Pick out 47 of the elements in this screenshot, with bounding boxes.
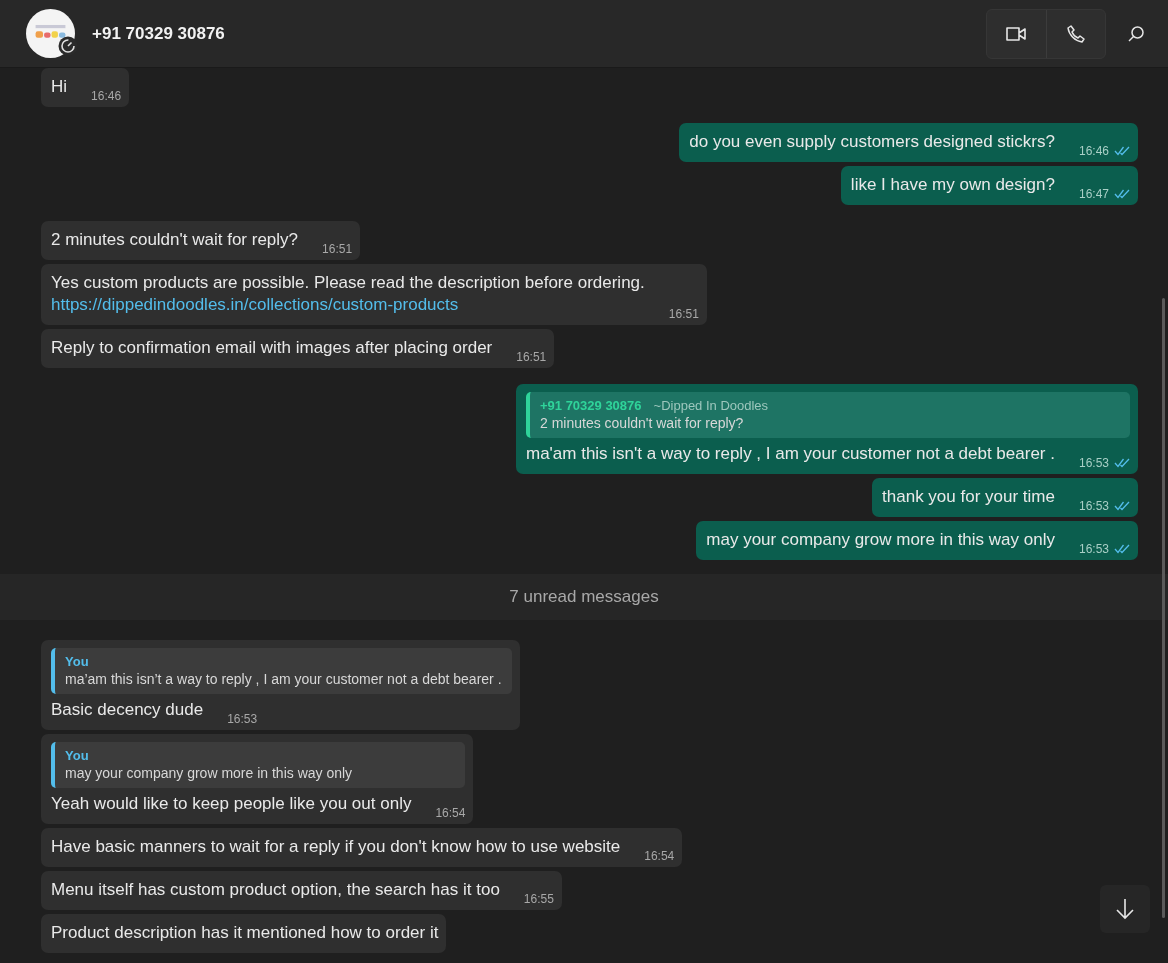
- scroll-down-button[interactable]: [1100, 885, 1150, 933]
- quote-text: may your company grow more in this way only: [65, 765, 354, 781]
- search-icon: [1127, 24, 1145, 43]
- message-text: Have basic manners to wait for a reply if you don't know how to use website: [51, 836, 621, 858]
- arrow-down-icon: [1115, 898, 1135, 920]
- video-camera-icon: [1004, 24, 1029, 43]
- message-time: 16:55: [523, 892, 554, 906]
- scrollbar[interactable]: [1162, 298, 1165, 918]
- message-text: 2 minutes couldn't wait for reply?: [51, 229, 299, 251]
- phone-icon: [1066, 23, 1086, 44]
- message-time: 16:51: [516, 350, 547, 364]
- message-text: like I have my own design?: [850, 174, 1055, 196]
- message-link[interactable]: https://dippedindoodles.in/collections/custom-products: [51, 294, 645, 316]
- message-time: 16:53: [1078, 499, 1109, 513]
- quote-text: ma’am this isn’t a way to reply , I am your customer not a debt bearer .: [65, 671, 502, 687]
- message-text: do you even supply customers designed stickrs?: [689, 131, 1055, 153]
- message-time: 16:51: [668, 307, 699, 321]
- message-time: 16:53: [1078, 456, 1109, 470]
- contact-name[interactable]: +91 70329 30876: [92, 23, 225, 44]
- message-time: 16:54: [644, 849, 675, 863]
- message-time: 16:47: [1078, 187, 1109, 201]
- message-text: Hi: [51, 76, 68, 98]
- message-time: 16:53: [227, 712, 258, 726]
- quoted-message[interactable]: You ma’am this isn’t a way to reply , I am your customer not a debt bearer .: [51, 648, 512, 694]
- message-text: Yes custom products are possible. Please read the description before ordering.: [51, 272, 645, 294]
- message-time: 16:53: [1078, 542, 1109, 556]
- message-text: Menu itself has custom product option, the search has it too: [51, 879, 500, 901]
- quoted-message[interactable]: +91 70329 30876 ~Dipped In Doodles 2 minutes couldn't wait for reply?: [525, 392, 1130, 438]
- timer-icon: [58, 36, 78, 56]
- message-time: 16:51: [322, 242, 353, 256]
- message-text: ma'am this isn't a way to reply , I am your customer not a debt bearer .: [525, 443, 1055, 465]
- quote-sender-name: ~Dipped In Doodles: [653, 398, 769, 413]
- message-time: 16:46: [1078, 144, 1109, 158]
- quote-text: 2 minutes couldn't wait for reply?: [539, 415, 745, 431]
- quote-author: You: [65, 748, 89, 763]
- message-text: Basic decency dude: [51, 699, 204, 721]
- quoted-message[interactable]: You may your company grow more in this way only: [51, 742, 466, 788]
- message-text: Yeah would like to keep people like you out only: [51, 793, 412, 815]
- message-time: 16:54: [435, 806, 466, 820]
- quote-author: +91 70329 30876: [539, 398, 642, 413]
- message-text: may your company grow more in this way only: [706, 529, 1055, 551]
- message-text: Product description has it mentioned how to order it: [51, 922, 439, 944]
- unread-count: 7 unread messages: [509, 587, 659, 607]
- quote-author: You: [65, 654, 89, 669]
- message-text: thank you for your time: [882, 486, 1055, 508]
- message-time: 16:46: [91, 89, 122, 103]
- message-text: Reply to confirmation email with images after placing order: [51, 337, 493, 359]
